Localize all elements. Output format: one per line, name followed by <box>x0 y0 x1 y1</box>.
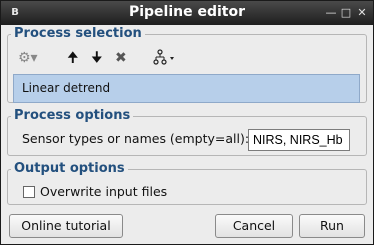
gear-icon[interactable]: ⚙▾ <box>18 49 38 67</box>
titlebar[interactable]: B Pipeline editor — □ ✕ <box>1 1 373 25</box>
process-options-title: Process options <box>11 108 134 123</box>
close-icon[interactable]: ✕ <box>355 6 369 20</box>
pipeline-tree-icon[interactable] <box>153 49 177 67</box>
overwrite-label: Overwrite input files <box>40 184 168 199</box>
maximize-icon[interactable]: □ <box>339 6 353 20</box>
list-item[interactable]: Linear detrend <box>22 81 110 95</box>
move-up-arrow-icon[interactable]: 🠉 <box>67 49 79 67</box>
process-selection-title: Process selection <box>11 26 145 41</box>
run-button[interactable]: Run <box>299 214 365 238</box>
output-options-panel: Output options Overwrite input files <box>7 161 367 205</box>
tree-icon-svg <box>153 49 174 65</box>
online-tutorial-button[interactable]: Online tutorial <box>9 214 123 238</box>
sensor-types-label: Sensor types or names (empty=all): <box>22 131 250 146</box>
process-selection-panel: Process selection ⚙▾ 🠉 🠋 ✖ Linear detren… <box>7 26 367 103</box>
process-list[interactable]: Linear detrend <box>13 74 360 103</box>
process-options-panel: Process options Sensor types or names (e… <box>7 108 367 156</box>
cancel-button[interactable]: Cancel <box>215 214 293 238</box>
minimize-icon[interactable]: — <box>324 6 338 20</box>
sensor-types-input[interactable] <box>248 129 350 151</box>
pipeline-editor-window: B Pipeline editor — □ ✕ Process selectio… <box>0 0 374 245</box>
delete-icon[interactable]: ✖ <box>115 49 127 67</box>
window-title: Pipeline editor <box>128 4 246 20</box>
output-options-title: Output options <box>11 161 128 176</box>
move-down-arrow-icon[interactable]: 🠋 <box>91 49 103 67</box>
overwrite-checkbox[interactable] <box>23 186 35 198</box>
